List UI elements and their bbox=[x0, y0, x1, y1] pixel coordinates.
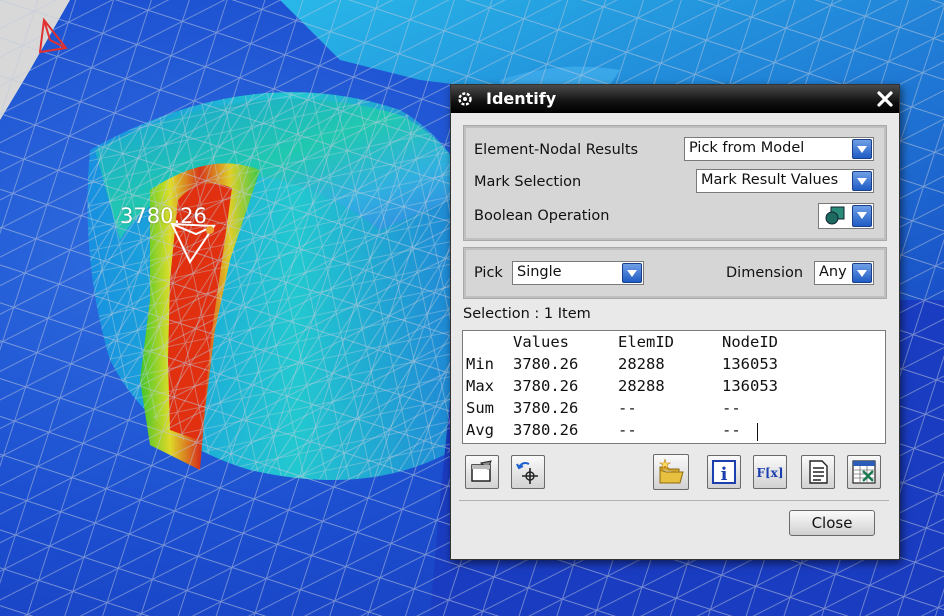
mark-selection-label: Mark Selection bbox=[474, 174, 582, 190]
reset-selection-button[interactable] bbox=[511, 455, 545, 489]
element-nodal-results-value: Pick from Model bbox=[689, 140, 805, 156]
text-caret bbox=[757, 423, 758, 441]
chevron-down-icon[interactable] bbox=[852, 139, 872, 159]
boolean-operation-label: Boolean Operation bbox=[474, 208, 610, 224]
min-elemid: 28288 bbox=[618, 355, 665, 373]
column-header-nodeid: NodeID bbox=[722, 333, 778, 351]
export-spreadsheet-button[interactable] bbox=[847, 455, 881, 489]
sum-elemid: -- bbox=[618, 399, 637, 417]
sum-nodeid: -- bbox=[722, 399, 741, 417]
reset-crosshair-icon bbox=[516, 462, 538, 484]
column-header-elemid: ElemID bbox=[618, 333, 674, 351]
boolean-operation-select[interactable] bbox=[818, 203, 874, 229]
pick-label: Pick bbox=[474, 265, 503, 281]
mark-selection-select[interactable]: Mark Result Values bbox=[696, 169, 874, 193]
function-fx-icon: F[x] bbox=[757, 466, 783, 480]
spreadsheet-icon bbox=[852, 460, 876, 484]
folder-star-icon bbox=[659, 458, 684, 484]
chevron-down-icon[interactable] bbox=[852, 205, 872, 227]
open-folder-button[interactable] bbox=[653, 454, 689, 490]
dimension-select[interactable]: Any bbox=[814, 261, 874, 285]
svg-text:i: i bbox=[721, 464, 728, 485]
svg-text:F[x]: F[x] bbox=[757, 466, 783, 480]
document-icon bbox=[809, 460, 828, 484]
dialog-title: Identify bbox=[486, 89, 557, 108]
boolean-operation-icon bbox=[825, 206, 845, 225]
row-label-min: Min bbox=[466, 355, 494, 373]
dimension-label: Dimension bbox=[726, 265, 804, 281]
results-options-group: Element-Nodal Results Pick from Model Ma… bbox=[463, 125, 887, 241]
pick-select[interactable]: Single bbox=[512, 261, 644, 285]
info-icon: i bbox=[712, 460, 736, 485]
avg-value: 3780.26 bbox=[513, 421, 579, 439]
pick-value: Single bbox=[517, 264, 562, 280]
max-nodeid: 136053 bbox=[722, 377, 778, 395]
row-label-sum: Sum bbox=[466, 399, 494, 417]
chevron-down-icon[interactable] bbox=[852, 171, 872, 191]
row-label-avg: Avg bbox=[466, 421, 494, 439]
chevron-down-icon[interactable] bbox=[622, 263, 642, 283]
information-listing-button[interactable] bbox=[801, 455, 835, 489]
column-header-values: Values bbox=[513, 333, 569, 351]
sum-value: 3780.26 bbox=[513, 399, 579, 417]
close-icon[interactable] bbox=[875, 89, 895, 109]
row-label-max: Max bbox=[466, 377, 494, 395]
avg-elemid: -- bbox=[618, 421, 637, 439]
function-button[interactable]: F[x] bbox=[753, 455, 787, 489]
element-nodal-results-label: Element-Nodal Results bbox=[474, 142, 639, 158]
results-listing[interactable]: Values ElemID NodeID Min 3780.26 28288 1… bbox=[462, 330, 886, 444]
pick-options-group: Pick Single Dimension Any bbox=[463, 247, 887, 299]
information-button[interactable]: i bbox=[707, 455, 741, 489]
avg-nodeid: -- bbox=[722, 421, 741, 439]
close-button[interactable]: Close bbox=[789, 510, 875, 536]
identify-dialog: Identify Element-Nodal Results Pick from… bbox=[450, 84, 900, 560]
max-value: 3780.26 bbox=[513, 377, 579, 395]
min-value: 3780.26 bbox=[513, 355, 579, 373]
chevron-down-icon[interactable] bbox=[852, 263, 872, 283]
divider bbox=[459, 500, 889, 501]
gear-icon[interactable] bbox=[456, 90, 474, 108]
selection-count-label: Selection : 1 Item bbox=[463, 306, 591, 322]
probe-value-label: 3780.26 bbox=[120, 204, 207, 228]
max-elemid: 28288 bbox=[618, 377, 665, 395]
highlight-selection-button[interactable] bbox=[465, 455, 499, 489]
element-nodal-results-select[interactable]: Pick from Model bbox=[684, 137, 874, 161]
dimension-value: Any bbox=[819, 264, 847, 280]
mark-selection-value: Mark Result Values bbox=[701, 172, 839, 188]
min-nodeid: 136053 bbox=[722, 355, 778, 373]
paint-bucket-icon bbox=[471, 460, 492, 482]
dialog-titlebar[interactable]: Identify bbox=[451, 85, 899, 113]
